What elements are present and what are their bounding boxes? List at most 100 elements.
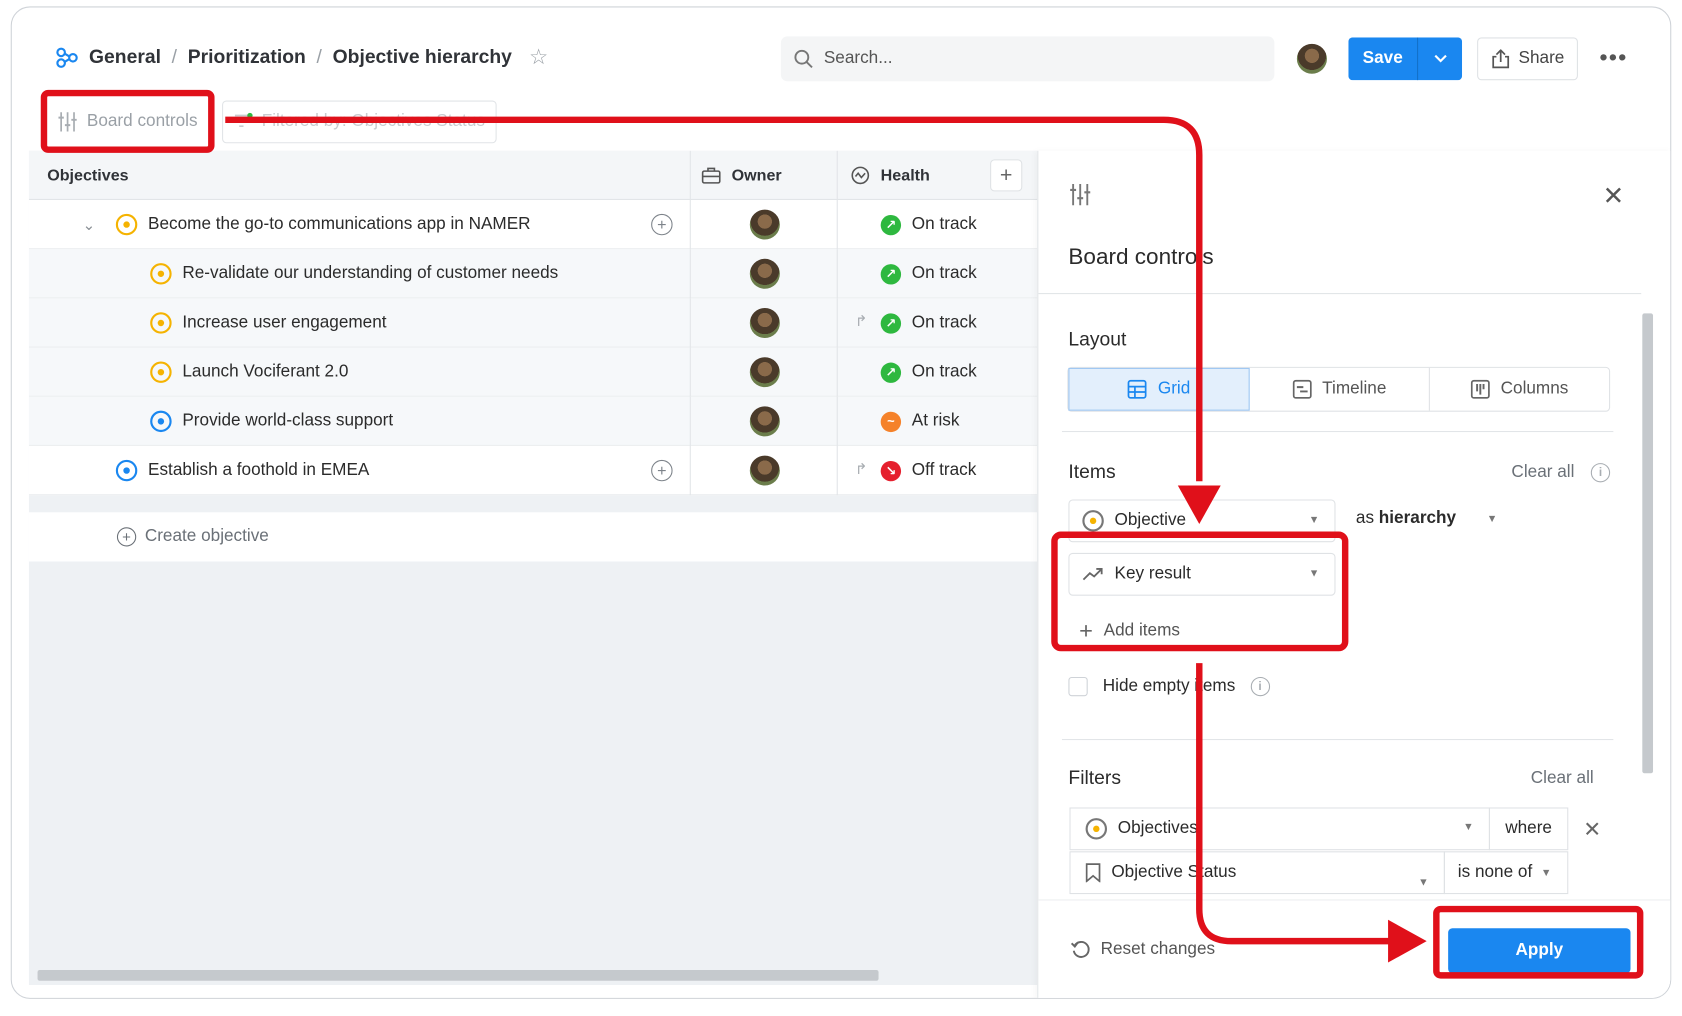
grid-label: Grid [1157,379,1191,398]
objective-name[interactable]: Become the go-to communications app in N… [148,215,531,234]
health-icon [851,166,870,185]
table-row[interactable]: Increase user engagement ↱ ↗ On track [28,298,1038,348]
health-status: On track [911,313,977,332]
scrollbar-thumb[interactable] [1642,313,1654,774]
table-row[interactable]: Provide world-class support ~ At risk [28,396,1038,446]
objective-name[interactable]: Establish a foothold in EMEA [148,461,369,480]
briefcase-icon [701,167,721,184]
remove-filter-icon[interactable]: ✕ [1583,816,1601,843]
filter-operator-dropdown[interactable]: is none of ▼ [1443,851,1569,895]
filter-subfield-dropdown[interactable]: Objective Status ▼ [1069,851,1445,895]
items-clear-all-button[interactable]: Clear all [1511,463,1574,482]
search-input[interactable]: Search... [780,36,1275,82]
objective-name[interactable]: Provide world-class support [182,412,393,431]
share-button[interactable]: Share [1477,37,1578,81]
create-objective-button[interactable]: + Create objective [28,512,1038,562]
owner-cell[interactable] [689,347,837,397]
grid-icon [1128,379,1147,399]
objective-cell[interactable]: Launch Vociferant 2.0 [29,348,690,397]
avatar[interactable] [749,209,780,240]
chevron-down-icon [1433,54,1447,63]
more-options-icon[interactable]: ••• [1599,44,1627,72]
star-icon[interactable]: ☆ [529,44,548,71]
table-row[interactable]: Establish a foothold in EMEA + ↱ ↘ Off tr… [28,445,1038,496]
column-header-health[interactable]: Health [836,150,979,200]
board-controls-button[interactable]: Board controls [50,99,211,144]
health-cell[interactable]: ↗ On track [836,249,1038,299]
app-logo-icon[interactable] [55,45,79,69]
objective-name[interactable]: Re-validate our understanding of custome… [182,264,558,283]
panel-title: Board controls [1068,244,1214,270]
layout-option-grid[interactable]: Grid [1068,367,1250,411]
hide-empty-items-option[interactable]: Hide empty items i [1068,676,1270,697]
chevron-down-icon[interactable]: ⌄ [83,216,96,234]
objective-name[interactable]: Increase user engagement [182,313,386,332]
layout-selector: Grid Timeline Columns [1067,366,1611,412]
objective-cell[interactable]: ⌄ Become the go-to communications app in… [29,200,690,249]
objective-name[interactable]: Launch Vociferant 2.0 [182,363,348,382]
user-avatar[interactable] [1296,43,1327,74]
item-type-dropdown-objective[interactable]: Objective ▼ [1068,499,1336,543]
horizontal-scrollbar[interactable] [37,970,879,981]
table-row[interactable]: Re-validate our understanding of custome… [28,249,1038,299]
save-options-button[interactable] [1417,37,1463,81]
add-items-button[interactable]: + Add items [1079,617,1180,645]
layout-option-timeline[interactable]: Timeline [1250,367,1430,411]
info-icon[interactable]: i [1590,463,1611,483]
inherited-status-icon: ↱ [854,459,868,477]
health-cell[interactable]: ~ At risk [836,396,1038,446]
owner-cell[interactable] [689,445,837,496]
objective-cell[interactable]: Re-validate our understanding of custome… [29,249,690,298]
breadcrumb-separator: / [316,45,322,68]
panel-scrollbar[interactable] [1639,298,1654,897]
layout-option-columns[interactable]: Columns [1430,368,1609,411]
avatar[interactable] [749,258,780,289]
add-child-icon[interactable]: + [651,459,673,482]
caret-down-icon: ▼ [1463,821,1474,834]
add-child-icon[interactable]: + [651,213,673,236]
add-column-button[interactable]: + [990,159,1023,192]
column-header-owner[interactable]: Owner [689,150,837,200]
objective-cell[interactable]: Provide world-class support [29,397,690,446]
table-row[interactable]: Launch Vociferant 2.0 ↗ On track [28,347,1038,397]
health-cell[interactable]: ↗ On track [836,199,1038,250]
health-cell[interactable]: ↱ ↘ Off track [836,445,1038,496]
display-mode-dropdown[interactable]: as hierarchy [1356,509,1456,528]
objective-cell[interactable]: Establish a foothold in EMEA + [29,446,690,495]
save-button[interactable]: Save [1348,37,1418,81]
owner-cell[interactable] [689,199,837,250]
panel-footer: Reset changes Apply [1038,899,1671,998]
apply-button[interactable]: Apply [1448,928,1631,974]
close-icon[interactable]: ✕ [1603,181,1625,212]
health-cell[interactable]: ↱ ↗ On track [836,298,1038,348]
column-header-objectives[interactable]: Objectives [47,167,128,185]
objective-cell[interactable]: Increase user engagement [29,298,690,347]
filter-chip[interactable]: Filtered by: Objectives Status [222,100,497,144]
health-cell[interactable]: ↗ On track [836,347,1038,397]
filter-where-label: where [1488,807,1569,851]
owner-cell[interactable] [689,396,837,446]
avatar[interactable] [749,357,780,388]
board-controls-panel: ✕ Board controls Layout Grid Timeline Co… [1037,150,1671,998]
avatar[interactable] [749,455,780,486]
share-label: Share [1518,49,1565,68]
on-track-icon: ↗ [880,214,902,235]
reset-changes-button[interactable]: Reset changes [1070,939,1215,960]
item-type-dropdown-key-result[interactable]: Key result ▼ [1068,552,1336,596]
page-title[interactable]: Objective hierarchy [333,46,512,68]
info-icon[interactable]: i [1250,676,1270,697]
owner-cell[interactable] [689,298,837,348]
filters-clear-all-button[interactable]: Clear all [1531,769,1594,788]
breadcrumb-general[interactable]: General [89,46,161,68]
sliders-icon [58,112,77,132]
breadcrumb-prioritization[interactable]: Prioritization [188,46,306,68]
owner-cell[interactable] [689,249,837,299]
objective-icon [1085,818,1108,840]
columns-icon [1470,379,1490,399]
avatar[interactable] [749,406,780,437]
caret-down-icon[interactable]: ▼ [1487,513,1498,525]
table-row[interactable]: ⌄ Become the go-to communications app in… [28,199,1038,250]
hide-empty-checkbox[interactable] [1068,676,1088,697]
avatar[interactable] [749,308,780,338]
filter-field-dropdown[interactable]: Objectives ▼ [1071,807,1489,850]
